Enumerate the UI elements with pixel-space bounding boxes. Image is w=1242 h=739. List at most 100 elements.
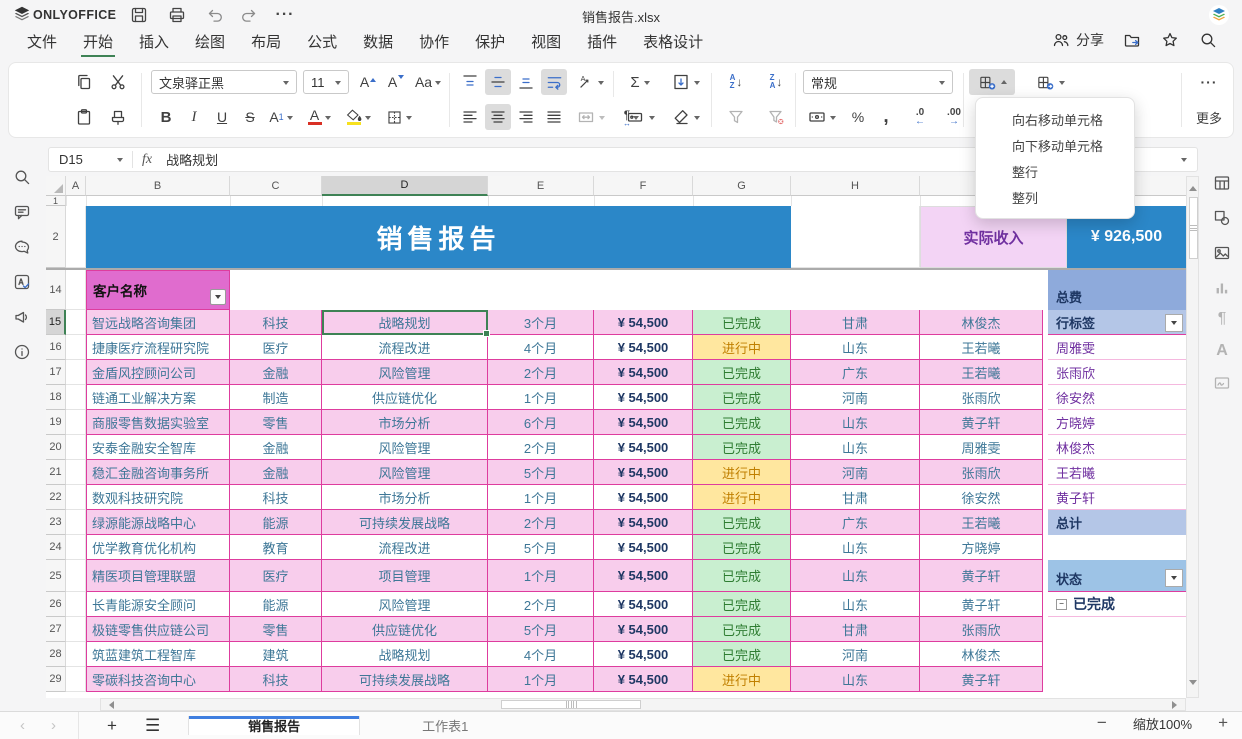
scroll-left-arrow[interactable] bbox=[105, 701, 114, 709]
zoom-out-button[interactable]: − bbox=[1097, 713, 1107, 733]
cell-duration-row20[interactable]: 2个月 bbox=[488, 435, 594, 460]
cell-industry-row20[interactable]: 金融 bbox=[230, 435, 322, 460]
font-color-button[interactable]: A bbox=[303, 104, 335, 130]
cell-rep-row25[interactable]: 黄子轩 bbox=[920, 560, 1043, 592]
cell-status-row19[interactable]: 已完成 bbox=[693, 410, 791, 435]
cell-service-row18[interactable]: 供应链优化 bbox=[322, 385, 488, 410]
cell-service-row19[interactable]: 市场分析 bbox=[322, 410, 488, 435]
cell-rep-row24[interactable]: 方晓婷 bbox=[920, 535, 1043, 560]
subscript-button[interactable]: A1 bbox=[265, 104, 297, 130]
menu-tab-0[interactable]: 文件 bbox=[25, 27, 59, 59]
row-header-21[interactable]: 21 bbox=[46, 460, 66, 485]
next-sheet-button[interactable]: › bbox=[51, 717, 56, 734]
row-header-15[interactable]: 15 bbox=[46, 310, 66, 335]
named-ranges-button[interactable] bbox=[621, 104, 659, 130]
name-box-caret[interactable] bbox=[117, 158, 123, 165]
cell-rep-row27[interactable]: 张雨欣 bbox=[920, 617, 1043, 642]
cell-client-row20[interactable]: 安泰金融安全智库 bbox=[86, 435, 230, 460]
copy-button[interactable] bbox=[71, 69, 97, 95]
column-header-C[interactable]: C bbox=[230, 176, 322, 196]
comma-style-button[interactable]: , bbox=[873, 104, 899, 130]
cell-service-row20[interactable]: 风险管理 bbox=[322, 435, 488, 460]
cell-col-a[interactable] bbox=[66, 385, 86, 410]
cell-col-a[interactable] bbox=[66, 410, 86, 435]
merge-cells-button[interactable] bbox=[571, 104, 609, 130]
add-sheet-button[interactable]: + bbox=[107, 716, 117, 736]
zoom-in-button[interactable]: + bbox=[1218, 713, 1228, 733]
collapse-box-icon[interactable]: − bbox=[1056, 598, 1067, 610]
cell-col-a[interactable] bbox=[66, 460, 86, 485]
menu-tab-10[interactable]: 插件 bbox=[585, 27, 619, 59]
cell-industry-row28[interactable]: 建筑 bbox=[230, 642, 322, 667]
fill-button[interactable] bbox=[665, 69, 705, 95]
cell-fee-row27[interactable]: ¥ 54,500 bbox=[594, 617, 693, 642]
align-left-button[interactable] bbox=[457, 104, 483, 130]
scroll-right-arrow[interactable] bbox=[1172, 701, 1181, 709]
row-header-16[interactable]: 16 bbox=[46, 335, 66, 360]
cell-fee-row26[interactable]: ¥ 54,500 bbox=[594, 592, 693, 617]
cell-status-row20[interactable]: 已完成 bbox=[693, 435, 791, 460]
cell-region-row28[interactable]: 河南 bbox=[791, 642, 920, 667]
cell-fee-row23[interactable]: ¥ 54,500 bbox=[594, 510, 693, 535]
strikethrough-button[interactable]: S bbox=[237, 104, 263, 130]
cell-region-row15[interactable]: 甘肃 bbox=[791, 310, 920, 335]
cell-status-row27[interactable]: 已完成 bbox=[693, 617, 791, 642]
sort-descending-button[interactable]: Z A ↓ bbox=[759, 69, 793, 95]
cell-service-row17[interactable]: 风险管理 bbox=[322, 360, 488, 385]
cell-industry-row24[interactable]: 教育 bbox=[230, 535, 322, 560]
pivot-row-labels-dropdown[interactable] bbox=[1165, 314, 1183, 332]
cell-status-row15[interactable]: 已完成 bbox=[693, 310, 791, 335]
cell-client-row25[interactable]: 精医项目管理联盟 bbox=[86, 560, 230, 592]
cell-industry-row22[interactable]: 科技 bbox=[230, 485, 322, 510]
cell-col-a[interactable] bbox=[66, 510, 86, 535]
percent-style-button[interactable]: % bbox=[845, 104, 871, 130]
cell-duration-row19[interactable]: 6个月 bbox=[488, 410, 594, 435]
cell-industry-row23[interactable]: 能源 bbox=[230, 510, 322, 535]
cell-region-row21[interactable]: 河南 bbox=[791, 460, 920, 485]
row-header-18[interactable]: 18 bbox=[46, 385, 66, 410]
cell-col-a[interactable] bbox=[66, 310, 86, 335]
cell-service-row16[interactable]: 流程改进 bbox=[322, 335, 488, 360]
cell-duration-row22[interactable]: 1个月 bbox=[488, 485, 594, 510]
cell-col-a[interactable] bbox=[66, 592, 86, 617]
cell-status-row28[interactable]: 已完成 bbox=[693, 642, 791, 667]
cell-duration-row27[interactable]: 5个月 bbox=[488, 617, 594, 642]
cell-client-row15[interactable]: 智远战略咨询集团 bbox=[86, 310, 230, 335]
cell-rep-row18[interactable]: 张雨欣 bbox=[920, 385, 1043, 410]
toolbar-more-label[interactable]: 更多 bbox=[1189, 104, 1229, 130]
cell-col-a[interactable] bbox=[66, 642, 86, 667]
scroll-up-arrow[interactable] bbox=[1189, 182, 1197, 191]
cell-rep-row19[interactable]: 黄子轩 bbox=[920, 410, 1043, 435]
expand-formula-bar-caret[interactable] bbox=[1181, 158, 1187, 165]
cell-status-row18[interactable]: 已完成 bbox=[693, 385, 791, 410]
pivot-name-row[interactable]: 徐安然 bbox=[1048, 385, 1186, 410]
cell-duration-row25[interactable]: 1个月 bbox=[488, 560, 594, 592]
cell-status-row24[interactable]: 已完成 bbox=[693, 535, 791, 560]
cell-region-row29[interactable]: 山东 bbox=[791, 667, 920, 692]
cell-client-row29[interactable]: 零碳科技咨询中心 bbox=[86, 667, 230, 692]
toolbar-more-button[interactable]: ··· bbox=[1191, 69, 1227, 95]
cell-fee-row22[interactable]: ¥ 54,500 bbox=[594, 485, 693, 510]
row-header-20[interactable]: 20 bbox=[46, 435, 66, 460]
cell-rep-row29[interactable]: 黄子轩 bbox=[920, 667, 1043, 692]
align-right-button[interactable] bbox=[513, 104, 539, 130]
cell-region-row16[interactable]: 山东 bbox=[791, 335, 920, 360]
cell-rep-row15[interactable]: 林俊杰 bbox=[920, 310, 1043, 335]
report-banner[interactable]: 销售报告 bbox=[86, 206, 791, 268]
horizontal-scroll-thumb[interactable] bbox=[501, 700, 641, 709]
cell-industry-row25[interactable]: 医疗 bbox=[230, 560, 322, 592]
feedback-icon[interactable] bbox=[11, 306, 33, 328]
cell-a2[interactable] bbox=[66, 206, 86, 268]
about-icon[interactable] bbox=[11, 341, 33, 363]
chart-settings-icon[interactable] bbox=[1211, 277, 1233, 299]
favorite-icon[interactable] bbox=[1160, 30, 1180, 50]
pivot-name-row[interactable]: 周雅雯 bbox=[1048, 335, 1186, 360]
font-size-combo[interactable]: 11 bbox=[303, 70, 349, 94]
row-header-24[interactable]: 24 bbox=[46, 535, 66, 560]
cell-col-a[interactable] bbox=[66, 617, 86, 642]
change-case-button[interactable]: Aa bbox=[411, 69, 445, 95]
cell-client-row24[interactable]: 优学教育优化机构 bbox=[86, 535, 230, 560]
cell-client-row21[interactable]: 稳汇金融咨询事务所 bbox=[86, 460, 230, 485]
insert-function-button[interactable]: fx bbox=[142, 152, 152, 168]
underline-button[interactable]: U bbox=[209, 104, 235, 130]
